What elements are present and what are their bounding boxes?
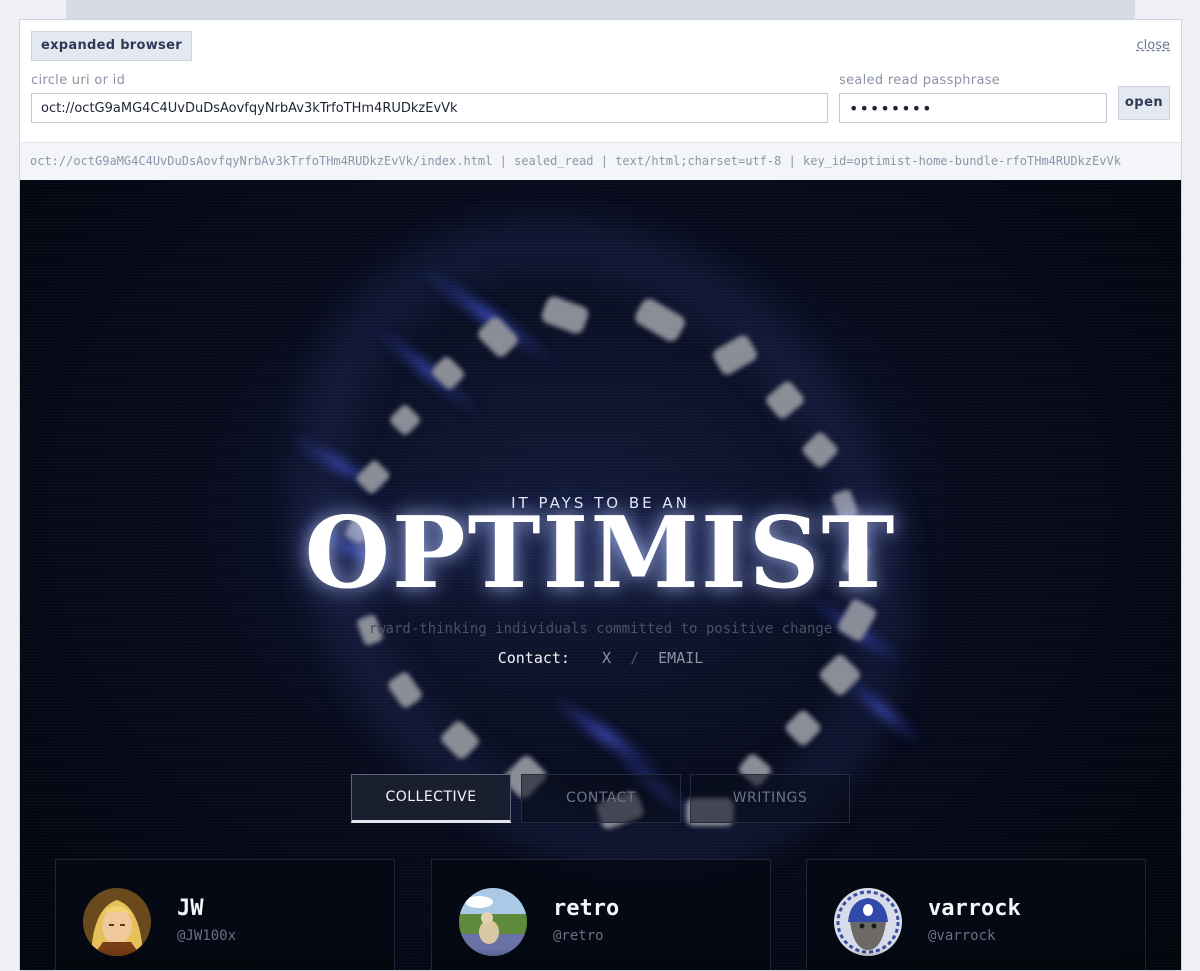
tab-collective[interactable]: COLLECTIVE <box>351 774 511 823</box>
expanded-browser-chip: expanded browser <box>31 31 192 61</box>
hero-subtitle: rward-thinking individuals committed to … <box>368 621 833 637</box>
avatar <box>83 888 151 956</box>
member-card[interactable]: varrock @varrock <box>806 859 1146 970</box>
member-name: JW <box>177 896 204 921</box>
uri-input[interactable] <box>31 93 828 123</box>
contact-email-link[interactable]: EMAIL <box>658 649 703 667</box>
contact-label: Contact: <box>497 649 570 667</box>
member-card[interactable]: JW @JW100x <box>55 859 395 970</box>
avatar <box>834 888 902 956</box>
site-viewport: IT PAYS TO BE AN OPTIMIST rward-thinking… <box>20 180 1181 970</box>
tab-contact[interactable]: CONTACT <box>521 774 681 823</box>
tab-writings[interactable]: WRITINGS <box>690 774 850 823</box>
hero-title: OPTIMIST <box>304 496 897 611</box>
avatar <box>459 888 527 956</box>
member-name: varrock <box>928 896 1021 921</box>
member-handle: @JW100x <box>177 928 237 944</box>
passphrase-input[interactable] <box>839 93 1107 123</box>
open-button[interactable]: open <box>1118 86 1170 120</box>
passphrase-label: sealed read passphrase <box>839 73 1001 88</box>
member-handle: @retro <box>553 928 604 944</box>
top-strip <box>66 0 1135 20</box>
resource-meta: oct://octG9aMG4C4UvDuDsAovfqyNrbAv3kTrfo… <box>20 142 1181 180</box>
member-name: retro <box>553 896 620 921</box>
contact-separator: / <box>630 649 640 667</box>
uri-label: circle uri or id <box>31 73 126 88</box>
expanded-browser-panel: expanded browser close circle uri or id … <box>19 19 1182 971</box>
contact-row: Contact: X / EMAIL <box>20 649 1181 667</box>
contact-x-link[interactable]: X <box>602 649 611 667</box>
member-card[interactable]: retro @retro <box>431 859 771 970</box>
member-handle: @varrock <box>928 928 996 944</box>
close-link[interactable]: close <box>1137 38 1170 53</box>
